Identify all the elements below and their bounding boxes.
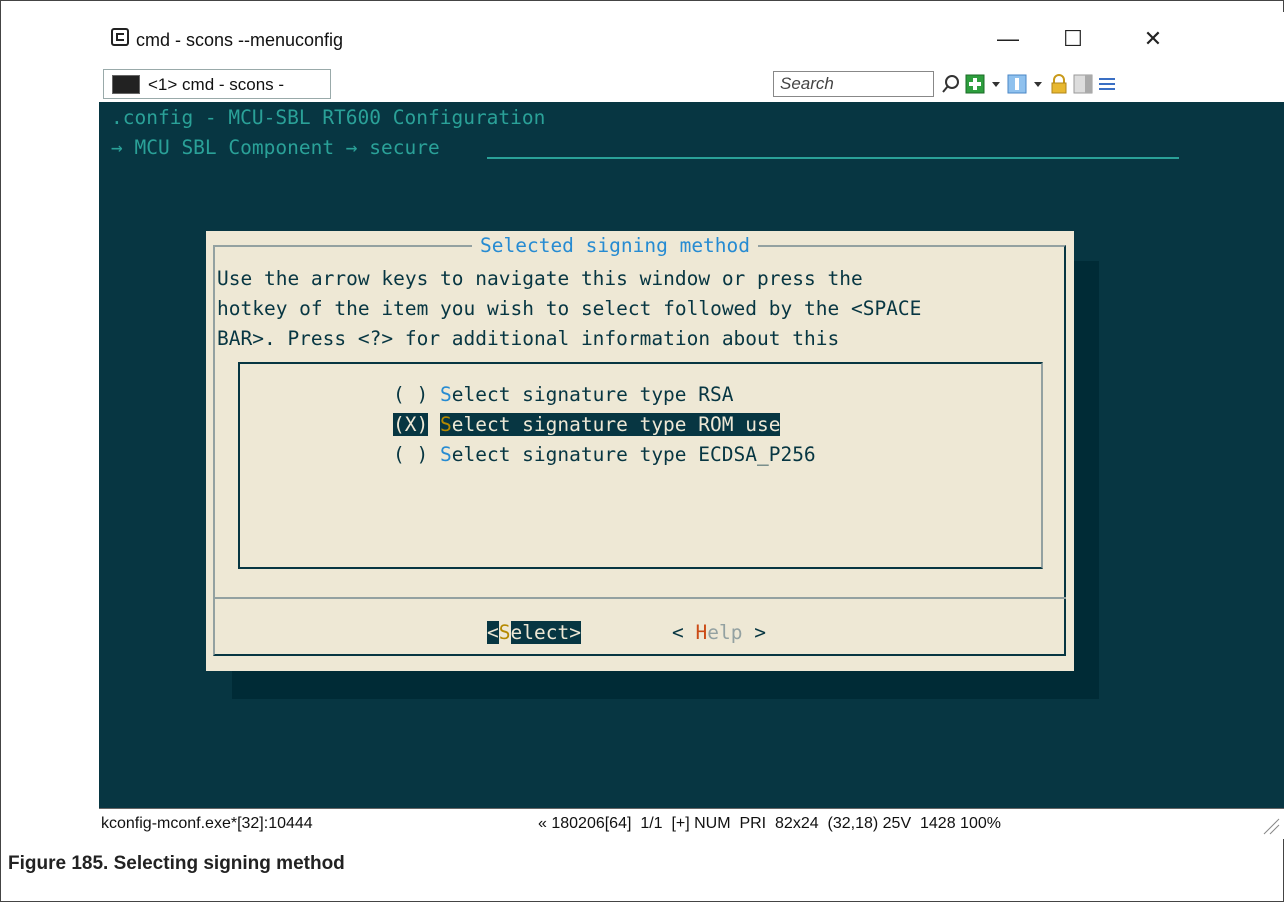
title-bar: cmd - scons --menuconfig — ☐ ✕	[99, 12, 1284, 66]
radio-mark: (X)	[393, 413, 429, 436]
figure-caption: Figure 185. Selecting signing method	[8, 853, 345, 874]
option-ecdsa-p256[interactable]: ( ) Select signature type ECDSA_P256	[393, 443, 816, 466]
status-bar: kconfig-mconf.exe*[32]:10444 « 180206[64…	[99, 808, 1284, 839]
option-hotkey: S	[439, 413, 452, 436]
help-text-line: hotkey of the item you wish to select fo…	[217, 297, 922, 320]
radio-mark: ( )	[393, 383, 429, 406]
select-hotkey: S	[498, 621, 511, 644]
select-button[interactable]: <Select>	[487, 621, 581, 644]
option-rom-use[interactable]: (X) Select signature type ROM use	[393, 413, 781, 436]
help-hotkey: H	[695, 621, 708, 644]
minimize-button[interactable]: —	[988, 22, 1028, 56]
close-button[interactable]: ✕	[1133, 22, 1173, 56]
option-label: elect signature type ECDSA_P256	[451, 443, 816, 466]
maximize-button[interactable]: ☐	[1053, 22, 1093, 56]
new-console-icon[interactable]	[965, 74, 985, 94]
status-info: « 180206[64] 1/1 [+] NUM PRI 82x24 (32,1…	[538, 815, 1001, 832]
tab-label: <1> cmd - scons -	[148, 75, 285, 94]
option-hotkey: S	[439, 383, 452, 406]
window-title: cmd - scons --menuconfig	[136, 30, 344, 50]
search-input[interactable]: Search	[773, 71, 934, 97]
chevron-down-icon[interactable]	[1031, 74, 1045, 94]
split-view-icon[interactable]	[1007, 74, 1027, 94]
terminal-icon	[112, 75, 140, 94]
option-hotkey: S	[439, 443, 452, 466]
help-text-line: Use the arrow keys to navigate this wind…	[217, 267, 863, 290]
radio-mark: ( )	[393, 443, 429, 466]
console-app-icon	[111, 28, 129, 46]
process-label: kconfig-mconf.exe*[32]:10444	[101, 815, 313, 832]
panel-icon[interactable]	[1073, 74, 1093, 94]
option-label: elect signature type ROM use	[451, 413, 781, 436]
signing-method-dialog: Selected signing method Use the arrow ke…	[206, 231, 1074, 671]
button-separator	[213, 597, 1066, 599]
menu-icon[interactable]	[1097, 74, 1117, 94]
tab-bar: <1> cmd - scons - Search	[99, 66, 1284, 102]
option-rsa[interactable]: ( ) Select signature type RSA	[393, 383, 734, 406]
lock-icon[interactable]	[1049, 74, 1069, 94]
option-label: elect signature type RSA	[451, 383, 734, 406]
search-icon[interactable]	[941, 74, 961, 94]
help-button[interactable]: < Help >	[672, 621, 766, 644]
resize-grip-icon[interactable]	[1260, 815, 1280, 835]
help-text-line: BAR>. Press <?> for additional informati…	[217, 327, 840, 350]
breadcrumb-rule	[487, 157, 1179, 159]
console-window: cmd - scons --menuconfig — ☐ ✕ <1> cmd -…	[99, 12, 1284, 839]
dialog-title: Selected signing method	[472, 234, 759, 257]
breadcrumb: → MCU SBL Component → secure	[111, 136, 440, 159]
console-tab[interactable]: <1> cmd - scons -	[103, 69, 331, 99]
config-title: .config - MCU-SBL RT600 Configuration	[111, 106, 546, 129]
chevron-down-icon[interactable]	[989, 74, 1003, 94]
terminal-area[interactable]: .config - MCU-SBL RT600 Configuration → …	[99, 102, 1284, 808]
